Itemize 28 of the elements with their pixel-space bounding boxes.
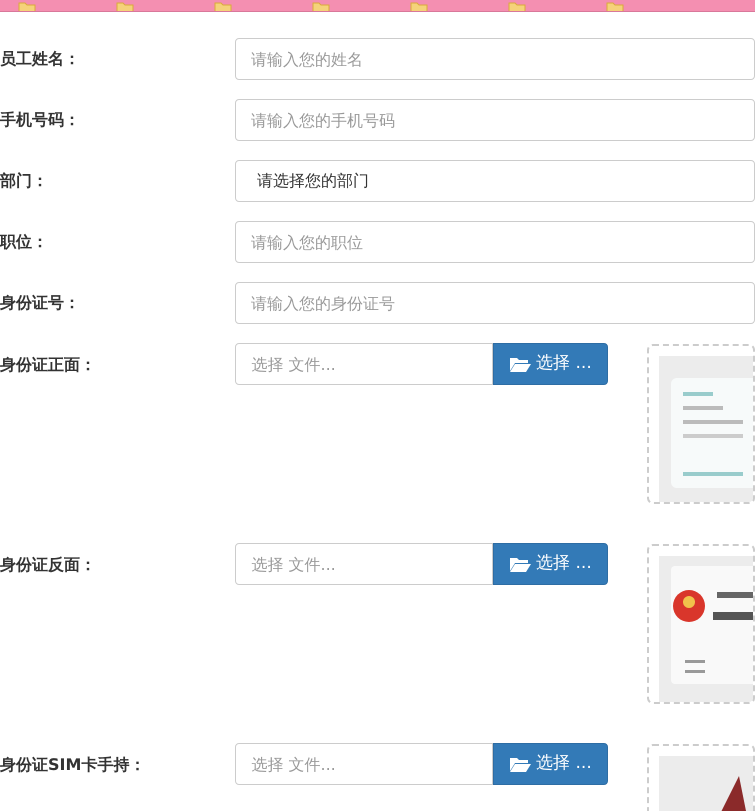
- folder-icon[interactable]: [508, 1, 526, 11]
- field-label: 身份证正面：: [0, 354, 97, 376]
- folder-icon[interactable]: [116, 1, 134, 11]
- folder-icon[interactable]: [606, 1, 624, 11]
- browse-button[interactable]: 选择 ...: [493, 543, 608, 585]
- field-label: 身份证SIM卡手持：: [0, 754, 146, 776]
- folder-icon[interactable]: [214, 1, 232, 11]
- folder-icon[interactable]: [410, 1, 428, 11]
- folder-icon[interactable]: [312, 1, 330, 11]
- input-field[interactable]: 请输入您的身份证号: [235, 282, 755, 324]
- input-field[interactable]: 请输入您的手机号码: [235, 99, 755, 141]
- field-label: 部门：: [0, 170, 49, 192]
- field-label: 员工姓名：: [0, 48, 81, 70]
- input-field[interactable]: 请输入您的姓名: [235, 38, 755, 80]
- folder-icon[interactable]: [18, 1, 36, 11]
- select-field[interactable]: 请选择您的部门: [235, 160, 755, 202]
- file-name-field[interactable]: 选择 文件...: [235, 343, 494, 385]
- browse-button[interactable]: 选择 ...: [493, 743, 608, 785]
- folder-icon: [509, 356, 532, 372]
- file-name-field[interactable]: 选择 文件...: [235, 743, 494, 785]
- folder-icon: [509, 756, 532, 772]
- field-label: 手机号码：: [0, 109, 81, 131]
- field-label: 身份证反面：: [0, 554, 97, 576]
- browse-button[interactable]: 选择 ...: [493, 343, 608, 385]
- input-field[interactable]: 请输入您的职位: [235, 221, 755, 263]
- folder-icon: [509, 556, 532, 572]
- file-name-field[interactable]: 选择 文件...: [235, 543, 494, 585]
- field-label: 身份证号：: [0, 292, 81, 314]
